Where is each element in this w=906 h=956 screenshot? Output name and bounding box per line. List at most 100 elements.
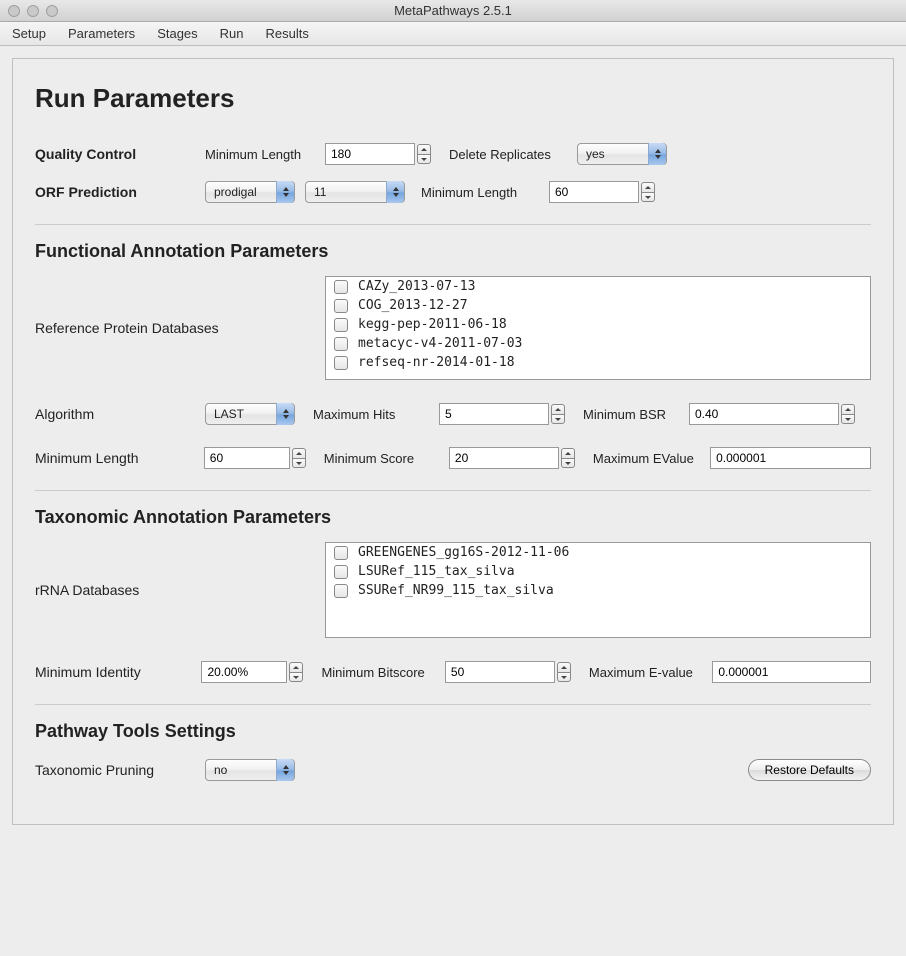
stepper-up-icon[interactable]	[561, 448, 575, 458]
list-item[interactable]: SSURef_NR99_115_tax_silva	[326, 581, 870, 600]
stepper-down-icon[interactable]	[551, 414, 565, 424]
qc-delrep-label: Delete Replicates	[449, 147, 567, 162]
minbsr-input[interactable]	[689, 403, 839, 425]
stepper-down-icon[interactable]	[641, 192, 655, 202]
func-section-title: Functional Annotation Parameters	[35, 241, 871, 262]
minid-input[interactable]	[201, 661, 287, 683]
qc-minlen-input[interactable]	[325, 143, 415, 165]
checkbox[interactable]	[334, 565, 348, 579]
func-minlen-field[interactable]	[204, 447, 306, 469]
func-row2: Minimum Length Minimum Score Maximum EVa…	[35, 444, 871, 472]
qc-minlen-label: Minimum Length	[205, 147, 315, 162]
pwy-row: Taxonomic Pruning no Restore Defaults	[35, 756, 871, 784]
traffic-lights	[0, 5, 58, 17]
divider	[35, 224, 871, 225]
orf-minlen-label: Minimum Length	[421, 185, 539, 200]
orf-label: ORF Prediction	[35, 184, 195, 200]
maxeval-label: Maximum EValue	[593, 451, 700, 466]
checkbox[interactable]	[334, 356, 348, 370]
algo-select[interactable]: LAST	[205, 403, 295, 425]
stepper-up-icon[interactable]	[292, 448, 306, 458]
checkbox[interactable]	[334, 280, 348, 294]
stepper-down-icon[interactable]	[292, 458, 306, 468]
menu-parameters[interactable]: Parameters	[68, 26, 135, 41]
prune-select[interactable]: no	[205, 759, 295, 781]
orf-minlen-input[interactable]	[549, 181, 639, 203]
minscore-field[interactable]	[449, 447, 575, 469]
list-item[interactable]: refseq-nr-2014-01-18	[326, 353, 870, 372]
stepper-up-icon[interactable]	[289, 662, 303, 672]
restore-defaults-button[interactable]: Restore Defaults	[748, 759, 871, 781]
minscore-input[interactable]	[449, 447, 559, 469]
maxeval-input[interactable]	[710, 447, 871, 469]
func-minlen-input[interactable]	[204, 447, 290, 469]
minimize-window-button[interactable]	[27, 5, 39, 17]
stepper-up-icon[interactable]	[557, 662, 571, 672]
orf-tool-value: prodigal	[214, 185, 257, 199]
func-row1: Algorithm LAST Maximum Hits Minimum BSR	[35, 400, 871, 428]
stepper-up-icon[interactable]	[417, 144, 431, 154]
qc-delrep-select[interactable]: yes	[577, 143, 667, 165]
protein-db-listbox[interactable]: CAZy_2013-07-13 COG_2013-12-27 kegg-pep-…	[325, 276, 871, 380]
minbsr-field[interactable]	[689, 403, 855, 425]
tax-row1: Minimum Identity Minimum Bitscore Maximu…	[35, 658, 871, 686]
func-ref-row: Reference Protein Databases CAZy_2013-07…	[35, 276, 871, 380]
orf-row: ORF Prediction prodigal 11 Minimum Lengt…	[35, 178, 871, 206]
tax-section-title: Taxonomic Annotation Parameters	[35, 507, 871, 528]
zoom-window-button[interactable]	[46, 5, 58, 17]
list-item[interactable]: LSURef_115_tax_silva	[326, 562, 870, 581]
menu-results[interactable]: Results	[266, 26, 309, 41]
minbit-field[interactable]	[445, 661, 571, 683]
chevron-updown-icon	[276, 403, 294, 425]
stepper-up-icon[interactable]	[641, 182, 655, 192]
chevron-updown-icon	[276, 759, 294, 781]
menu-stages[interactable]: Stages	[157, 26, 197, 41]
window-title: MetaPathways 2.5.1	[0, 3, 906, 18]
minid-field[interactable]	[201, 661, 303, 683]
stepper-down-icon[interactable]	[557, 672, 571, 682]
tax-maxe-input[interactable]	[712, 661, 871, 683]
checkbox[interactable]	[334, 337, 348, 351]
menu-run[interactable]: Run	[220, 26, 244, 41]
stepper-down-icon[interactable]	[289, 672, 303, 682]
stepper-up-icon[interactable]	[551, 404, 565, 414]
qc-minlen-field[interactable]	[325, 143, 431, 165]
menu-setup[interactable]: Setup	[12, 26, 46, 41]
stepper-down-icon[interactable]	[417, 154, 431, 164]
list-item[interactable]: GREENGENES_gg16S-2012-11-06	[326, 543, 870, 562]
orf-minlen-field[interactable]	[549, 181, 655, 203]
algo-label: Algorithm	[35, 406, 195, 422]
list-item[interactable]: CAZy_2013-07-13	[326, 277, 870, 296]
parameters-panel: Run Parameters Quality Control Minimum L…	[12, 58, 894, 825]
stepper-down-icon[interactable]	[561, 458, 575, 468]
stepper-down-icon[interactable]	[841, 414, 855, 424]
tax-rrna-row: rRNA Databases GREENGENES_gg16S-2012-11-…	[35, 542, 871, 638]
qc-delrep-value: yes	[586, 147, 605, 161]
orf-tool-select[interactable]: prodigal	[205, 181, 295, 203]
list-item[interactable]: metacyc-v4-2011-07-03	[326, 334, 870, 353]
checkbox[interactable]	[334, 299, 348, 313]
tax-maxe-label: Maximum E-value	[589, 665, 702, 680]
maxhits-input[interactable]	[439, 403, 549, 425]
rrna-db-listbox[interactable]: GREENGENES_gg16S-2012-11-06 LSURef_115_t…	[325, 542, 871, 638]
chevron-updown-icon	[648, 143, 666, 165]
checkbox[interactable]	[334, 584, 348, 598]
orf-code-select[interactable]: 11	[305, 181, 405, 203]
qc-row: Quality Control Minimum Length Delete Re…	[35, 140, 871, 168]
chevron-updown-icon	[386, 181, 404, 203]
prune-label: Taxonomic Pruning	[35, 762, 195, 778]
list-item[interactable]: kegg-pep-2011-06-18	[326, 315, 870, 334]
maxhits-label: Maximum Hits	[313, 407, 429, 422]
window-titlebar: MetaPathways 2.5.1	[0, 0, 906, 22]
close-window-button[interactable]	[8, 5, 20, 17]
qc-label: Quality Control	[35, 146, 195, 162]
list-item[interactable]: COG_2013-12-27	[326, 296, 870, 315]
orf-code-value: 11	[314, 185, 326, 199]
checkbox[interactable]	[334, 318, 348, 332]
divider	[35, 490, 871, 491]
minbit-input[interactable]	[445, 661, 555, 683]
stepper-up-icon[interactable]	[841, 404, 855, 414]
checkbox[interactable]	[334, 546, 348, 560]
prune-value: no	[214, 763, 227, 777]
maxhits-field[interactable]	[439, 403, 565, 425]
